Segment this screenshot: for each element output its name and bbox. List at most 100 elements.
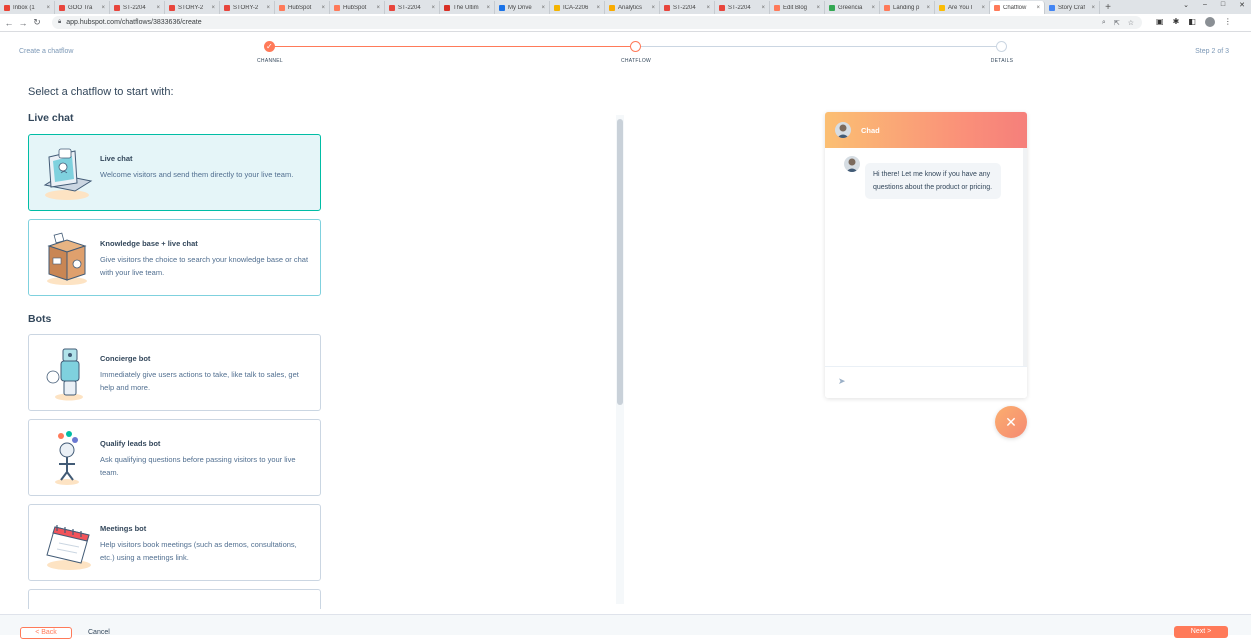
star-icon[interactable]: ☆ bbox=[1128, 19, 1134, 27]
tab-title: STORY-2 bbox=[178, 4, 204, 11]
puzzle-icon[interactable]: ✱ bbox=[1173, 17, 1180, 27]
sidebar-icon[interactable]: ◧ bbox=[1188, 17, 1196, 27]
maximize-button[interactable]: □ bbox=[1221, 1, 1225, 9]
tab-close-icon[interactable]: × bbox=[156, 5, 160, 11]
favicon-icon bbox=[389, 4, 395, 11]
card-description: Welcome visitors and send them directly … bbox=[100, 170, 294, 179]
next-button[interactable]: Next > bbox=[1174, 626, 1228, 638]
chat-preview-widget: Chad Hi there! Let me know if you have a… bbox=[825, 112, 1027, 398]
url-text: app.hubspot.com/chatflows/3833636/create bbox=[66, 19, 202, 26]
tab-close-icon[interactable]: × bbox=[211, 5, 215, 11]
forward-arrow-icon[interactable]: → bbox=[16, 18, 30, 28]
tab-close-icon[interactable]: × bbox=[706, 5, 710, 11]
tab-title: HubSpot bbox=[343, 4, 367, 11]
tab-close-icon[interactable]: × bbox=[266, 5, 270, 11]
browser-tab[interactable]: ST-2204 × bbox=[660, 1, 715, 14]
tab-close-icon[interactable]: × bbox=[596, 5, 600, 11]
tab-close-icon[interactable]: × bbox=[1036, 5, 1040, 11]
chatflow-card-qualify-leads-bot[interactable]: Qualify leads bot Ask qualifying questio… bbox=[28, 419, 321, 496]
profile-avatar[interactable] bbox=[1204, 17, 1215, 27]
tab-close-icon[interactable]: × bbox=[46, 5, 50, 11]
browser-tab[interactable]: The Ultim × bbox=[440, 1, 495, 14]
tab-close-icon[interactable]: × bbox=[431, 5, 435, 11]
browser-tab[interactable]: HubSpot × bbox=[275, 1, 330, 14]
card-title: Concierge bot bbox=[100, 354, 151, 363]
minimize-button[interactable]: – bbox=[1203, 1, 1207, 9]
tab-close-icon[interactable]: × bbox=[871, 5, 875, 11]
agent-avatar bbox=[835, 122, 851, 138]
browser-tab[interactable]: Greencia × bbox=[825, 1, 880, 14]
lock-icon: 🔒︎ bbox=[58, 19, 62, 25]
browser-tab[interactable]: STORY-2 × bbox=[220, 1, 275, 14]
chatflow-card-concierge-bot[interactable]: Concierge bot Immediately give users act… bbox=[28, 334, 321, 411]
tab-title: Inbox (1 bbox=[13, 4, 35, 11]
tab-close-icon[interactable]: × bbox=[926, 5, 930, 11]
back-arrow-icon[interactable]: ← bbox=[2, 18, 16, 28]
browser-tab[interactable]: Analytics × bbox=[605, 1, 660, 14]
wizard-title: Create a chatflow bbox=[19, 48, 74, 55]
menu-dots-icon[interactable]: ⋮ bbox=[1224, 17, 1232, 27]
wizard-footer: < Back Cancel Next > bbox=[0, 614, 1251, 639]
step-chatflow-label: CHATFLOW bbox=[620, 58, 652, 64]
chatflow-card-meetings-bot[interactable]: Meetings bot Help visitors book meetings… bbox=[28, 504, 321, 581]
favicon-icon bbox=[719, 4, 725, 11]
browser-tab[interactable]: Chatflow × bbox=[990, 1, 1045, 14]
reload-icon[interactable]: ↻ bbox=[30, 17, 44, 28]
scrollbar-thumb[interactable] bbox=[617, 119, 623, 405]
step-channel-label: CHANNEL bbox=[257, 58, 283, 64]
chatflow-card-partial[interactable] bbox=[28, 589, 321, 609]
browser-tab[interactable]: Story Craf × bbox=[1045, 1, 1100, 14]
browser-tab[interactable]: ICA-2206 × bbox=[550, 1, 605, 14]
new-tab-button[interactable]: + bbox=[1100, 1, 1116, 14]
url-field[interactable]: 🔒︎ app.hubspot.com/chatflows/3833636/cre… bbox=[52, 16, 1142, 29]
browser-tab[interactable]: ST-2204 × bbox=[110, 1, 165, 14]
tab-close-icon[interactable]: × bbox=[486, 5, 490, 11]
favicon-icon bbox=[829, 4, 835, 11]
tab-close-icon[interactable]: × bbox=[376, 5, 380, 11]
step-chatflow-dot bbox=[630, 41, 641, 52]
tab-close-icon[interactable]: × bbox=[101, 5, 105, 11]
tab-title: Greencia bbox=[838, 4, 863, 11]
tab-title: My Drive bbox=[508, 4, 532, 11]
browser-tab[interactable]: ST-2204 × bbox=[385, 1, 440, 14]
browser-tab[interactable]: Edit Blog × bbox=[770, 1, 825, 14]
browser-tab[interactable]: Landing p × bbox=[880, 1, 935, 14]
tab-title: Story Craf bbox=[1058, 4, 1086, 11]
welcome-message: Hi there! Let me know if you have any qu… bbox=[865, 163, 1001, 199]
back-button[interactable]: < Back bbox=[20, 627, 72, 639]
tab-close-icon[interactable]: × bbox=[816, 5, 820, 11]
tab-title: Are You I bbox=[948, 4, 973, 11]
browser-tab[interactable]: STORY-2 × bbox=[165, 1, 220, 14]
tab-close-icon[interactable]: × bbox=[321, 5, 325, 11]
chatflow-card-knowledge-base-live-chat[interactable]: Knowledge base + live chat Give visitors… bbox=[28, 219, 321, 296]
chat-input[interactable]: ➤ bbox=[825, 366, 1027, 398]
favicon-icon bbox=[1049, 4, 1055, 11]
browser-tab[interactable]: GOO Tra × bbox=[55, 1, 110, 14]
browser-tab[interactable]: Are You I × bbox=[935, 1, 990, 14]
close-window-button[interactable]: ✕ bbox=[1239, 1, 1245, 9]
tab-close-icon[interactable]: × bbox=[651, 5, 655, 11]
tab-search-icon[interactable]: ⌄ bbox=[1183, 1, 1189, 9]
send-icon[interactable]: ➤ bbox=[838, 376, 846, 387]
extension-icon[interactable]: ▣ bbox=[1156, 17, 1164, 27]
close-icon: ✕ bbox=[1005, 413, 1017, 430]
tab-title: Edit Blog bbox=[783, 4, 808, 11]
browser-tab[interactable]: HubSpot × bbox=[330, 1, 385, 14]
favicon-icon bbox=[59, 4, 65, 11]
browser-tab[interactable]: ST-2204 × bbox=[715, 1, 770, 14]
chatflow-card-live-chat[interactable]: Live chat Welcome visitors and send them… bbox=[28, 134, 321, 211]
tab-close-icon[interactable]: × bbox=[1091, 5, 1095, 11]
scrollbar[interactable] bbox=[616, 115, 624, 604]
tab-close-icon[interactable]: × bbox=[541, 5, 545, 11]
tab-close-icon[interactable]: × bbox=[981, 5, 985, 11]
favicon-icon bbox=[664, 4, 670, 11]
box-illustration-icon bbox=[39, 228, 97, 288]
share-icon[interactable]: ⇱ bbox=[1114, 19, 1120, 27]
browser-tab[interactable]: Inbox (1 × bbox=[0, 1, 55, 14]
message-avatar bbox=[844, 156, 860, 172]
search-icon[interactable]: ⌕ bbox=[1102, 19, 1106, 27]
chat-launcher-close-button[interactable]: ✕ bbox=[995, 406, 1027, 438]
tab-close-icon[interactable]: × bbox=[761, 5, 765, 11]
browser-tab[interactable]: My Drive × bbox=[495, 1, 550, 14]
select-heading: Select a chatflow to start with: bbox=[28, 86, 174, 98]
